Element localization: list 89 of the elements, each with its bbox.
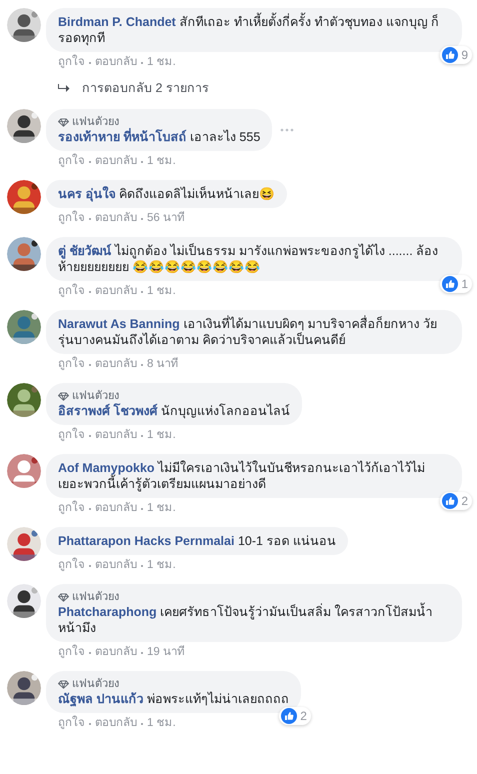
separator-dot	[141, 434, 143, 436]
timestamp: 1 ชม.	[147, 55, 176, 70]
view-replies-link[interactable]: การตอบกลับ 2 รายการ	[82, 78, 209, 98]
reply-link[interactable]: ตอบกลับ	[95, 716, 137, 731]
diamond-icon	[58, 592, 69, 602]
timestamp: 1 ชม.	[147, 716, 176, 731]
reply-link[interactable]: ตอบกลับ	[95, 284, 137, 299]
reply-link[interactable]: ตอบกลับ	[95, 154, 137, 169]
separator-dot	[141, 290, 143, 292]
reply-link[interactable]: ตอบกลับ	[95, 428, 137, 443]
commenter-name[interactable]: ณัฐพล ปานแก้ว	[58, 692, 144, 706]
diamond-icon	[58, 118, 69, 126]
like-link[interactable]: ถูกใจ	[58, 428, 85, 443]
separator-dot	[141, 652, 143, 654]
separator-dot	[141, 62, 143, 64]
reply-link[interactable]: ตอบกลับ	[95, 357, 137, 372]
commenter-name[interactable]: Narawut As Banning	[58, 317, 180, 331]
comment-text: Narawut As Banning เอาเงินที่ได้มาแบบผิดๆ มาบริจาคสื่อก็ยกหาง วัยรุ่นบางคนมันถึงได้เอาตาม คิดว่าบริจาคแล้วเป็นคนดีย์	[58, 316, 438, 348]
reply-link[interactable]: ตอบกลับ	[95, 501, 137, 516]
timestamp: 1 ชม.	[147, 284, 176, 299]
thumbs-up-icon	[442, 276, 458, 292]
like-link[interactable]: ถูกใจ	[58, 558, 85, 573]
separator-dot	[89, 564, 91, 566]
separator-dot	[89, 218, 91, 220]
fan-badge-label: แฟนตัวยง	[72, 677, 119, 691]
commenter-name[interactable]: Birdman P. Chandet	[58, 15, 176, 29]
thumbs-up-icon	[442, 493, 458, 509]
like-link[interactable]: ถูกใจ	[58, 154, 85, 169]
commenter-name[interactable]: รองเท้าหาย ที่หน้าโบสถ์	[58, 130, 186, 144]
comment-text: Aof Mamypokko ไม่มีใครเอาเงินไว้ในบันชีหรอกนะเอาไว้ก้เอาไว้ไม่เยอะพวกนี้เค้ารู้ตัวเตรียมแผนมาอย่างดี	[58, 460, 426, 492]
comment-text: Birdman P. Chandet สักทีเถอะ ทำเหี้ยตั้งกี่ครั้ง ทำตัวชุบทอง แจกบุญ ก็รอดทุกที	[58, 14, 450, 46]
comment-text: Phattarapon Hacks Pernmalai 10-1 รอด แน่นอน	[58, 533, 336, 549]
diamond-icon	[58, 680, 69, 688]
reply-link[interactable]: ตอบกลับ	[95, 211, 137, 226]
separator-dot	[89, 722, 91, 724]
thumbs-up-icon	[281, 708, 298, 724]
comment-text: นคร อุ่นใจ คิดถึงแอดลิไม่เห็นหน้าเลย😆	[58, 186, 275, 202]
separator-dot	[89, 652, 91, 654]
comment-text: ตู่ ชัยวัฒน์ ไม่ถูกต้อง ไม่เป็นธรรม มารังแกพ่อพระของกรูได้ไง ....... ล้องห้ายยยยยยยย 😂😂😂😂😂😂😂😂	[58, 243, 440, 275]
like-link[interactable]: ถูกใจ	[58, 716, 85, 731]
fan-badge-label: แฟนตัวยง	[72, 590, 119, 604]
more-options-icon[interactable]	[280, 128, 294, 132]
reply-link[interactable]: ตอบกลับ	[95, 55, 137, 70]
like-count[interactable]: 2	[279, 707, 311, 725]
separator-dot	[89, 160, 91, 162]
separator-dot	[141, 722, 143, 724]
comment-text: อิสราพงศ์ โชวพงศ์ นักบุญแห่งโลกออนไลน์	[58, 403, 290, 419]
separator-dot	[89, 62, 91, 64]
commenter-name[interactable]: Aof Mamypokko	[58, 461, 155, 475]
like-link[interactable]: ถูกใจ	[58, 211, 85, 226]
separator-dot	[89, 434, 91, 436]
separator-dot	[141, 364, 143, 366]
timestamp: 1 ชม.	[147, 501, 176, 516]
separator-dot	[141, 218, 143, 220]
timestamp: 1 ชม.	[147, 558, 176, 573]
like-count[interactable]: 1	[440, 275, 472, 293]
separator-dot	[89, 290, 91, 292]
comment-text: ณัฐพล ปานแก้ว พ่อพระแท้ๆไม่น่าเลยถถถถ	[58, 691, 289, 707]
like-link[interactable]: ถูกใจ	[58, 501, 85, 516]
like-count[interactable]: 2	[440, 492, 472, 510]
timestamp: 8 นาที	[147, 357, 179, 372]
separator-dot	[141, 160, 143, 162]
separator-dot	[141, 564, 143, 566]
like-link[interactable]: ถูกใจ	[58, 357, 85, 372]
reply-link[interactable]: ตอบกลับ	[95, 645, 137, 660]
like-count[interactable]: 9	[440, 46, 472, 64]
fan-badge-label: แฟนตัวยง	[72, 389, 119, 403]
reply-link[interactable]: ตอบกลับ	[95, 558, 137, 573]
like-link[interactable]: ถูกใจ	[58, 55, 85, 70]
separator-dot	[141, 508, 143, 510]
timestamp: 1 ชม.	[147, 428, 176, 443]
timestamp: 56 นาที	[147, 211, 185, 226]
fan-badge-label: แฟนตัวยง	[72, 115, 119, 129]
diamond-icon	[58, 392, 69, 400]
commenter-name[interactable]: อิสราพงศ์ โชวพงศ์	[58, 404, 158, 418]
separator-dot	[89, 364, 91, 366]
thumbs-up-icon	[442, 47, 458, 63]
like-link[interactable]: ถูกใจ	[58, 645, 85, 660]
commenter-name[interactable]: Phattarapon Hacks Pernmalai	[58, 534, 234, 548]
commenter-name[interactable]: ตู่ ชัยวัฒน์	[58, 244, 112, 258]
commenter-name[interactable]: Phatcharaphong	[58, 605, 157, 619]
timestamp: 19 นาที	[147, 645, 185, 660]
comment-text: รองเท้าหาย ที่หน้าโบสถ์ เอาละไง 555	[58, 129, 260, 145]
timestamp: 1 ชม.	[147, 154, 176, 169]
comment-text: Phatcharaphong เคยศรัทธาโป้จนรู้ว่ามันเป็นสลิ่ม ใครสาวกโป้สมน้ำหน้ามึง	[58, 604, 450, 636]
commenter-name[interactable]: นคร อุ่นใจ	[58, 187, 116, 201]
like-link[interactable]: ถูกใจ	[58, 284, 85, 299]
reply-arrow-icon	[58, 83, 70, 93]
separator-dot	[89, 508, 91, 510]
